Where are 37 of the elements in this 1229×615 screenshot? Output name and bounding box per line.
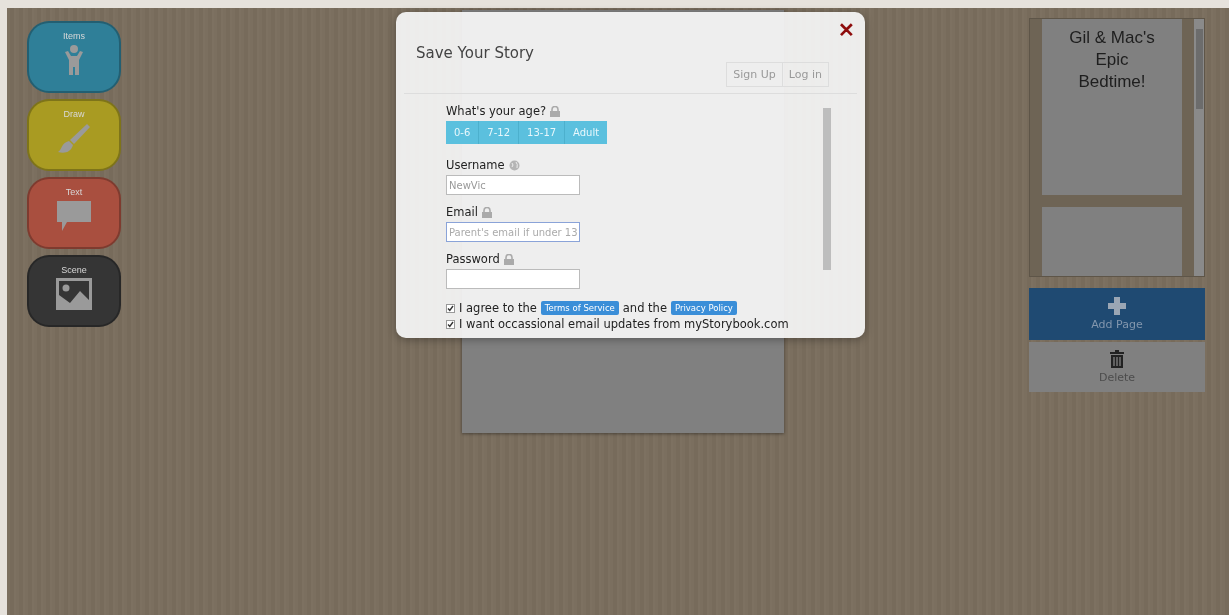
dialog-title: Save Your Story — [416, 44, 534, 62]
age-option[interactable]: 0-6 — [446, 121, 480, 144]
tool-button[interactable]: Draw — [27, 99, 121, 171]
agreement-text: I agree to the — [459, 301, 537, 315]
speech-bubble-icon — [56, 200, 92, 232]
lock-icon — [503, 253, 514, 265]
checkbox[interactable] — [446, 303, 455, 313]
email-field[interactable]: Parent's email if under 13 — [446, 222, 580, 242]
checkbox-label: I want occassional email updates from myStorybook.com — [459, 317, 789, 331]
globe-icon — [508, 159, 520, 171]
person-icon — [64, 44, 84, 76]
field-label: Password — [446, 252, 500, 266]
add-page-button[interactable]: Add Page — [1029, 288, 1205, 340]
lock-icon — [481, 206, 492, 218]
image-icon — [56, 278, 92, 310]
field-label: What's your age? — [446, 104, 547, 118]
plus-icon — [1108, 297, 1126, 315]
username-field[interactable]: NewVic — [446, 175, 580, 195]
tool-button[interactable]: Items — [27, 21, 121, 93]
tab[interactable]: Log in — [782, 63, 828, 86]
tool-button[interactable]: Scene — [27, 255, 121, 327]
checkbox[interactable] — [446, 319, 455, 329]
field-label: Username — [446, 158, 505, 172]
tool-button[interactable]: Text — [27, 177, 121, 249]
lock-icon — [550, 105, 561, 117]
paintbrush-icon — [57, 122, 91, 156]
close-button[interactable]: ✕ — [838, 20, 855, 40]
agreement-text: and the — [622, 301, 667, 315]
scrollbar[interactable] — [1194, 19, 1204, 276]
page-thumbnail[interactable]: Gil & Mac's Epic Bedtime! — [1042, 19, 1182, 196]
privacy-link[interactable]: Privacy Policy — [670, 301, 737, 315]
trash-icon — [1110, 350, 1124, 368]
page-thumbnail[interactable] — [1042, 207, 1182, 276]
terms-link[interactable]: Terms of Service — [540, 301, 619, 315]
tab[interactable]: Sign Up — [727, 63, 783, 86]
password-field[interactable] — [446, 269, 580, 289]
field-label: Email — [446, 205, 478, 219]
